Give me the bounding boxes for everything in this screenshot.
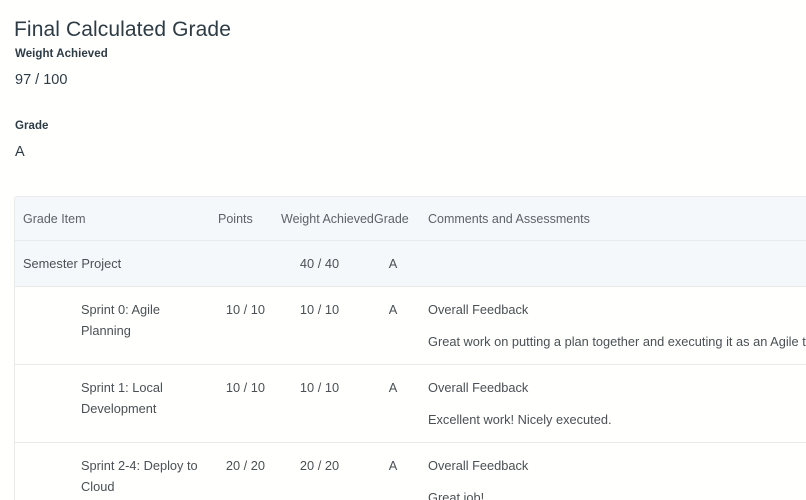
grades-table-container: Grade Item Points Weight Achieved Grade … <box>14 196 806 500</box>
final-grade-value: A <box>15 144 25 160</box>
cell-points <box>210 240 273 287</box>
grades-table-body: Semester Project 40 / 40 A Sprint 0: Agile … <box>15 240 806 500</box>
page-title: Final Calculated Grade <box>14 18 231 42</box>
cell-weight-achieved: 10 / 10 <box>273 286 366 365</box>
cell-points: 20 / 20 <box>210 442 273 500</box>
cell-grade-item: Sprint 2-4: Deploy to Cloud <box>15 442 210 500</box>
cell-grade-item: Semester Project <box>15 240 210 287</box>
cell-grade: A <box>366 442 420 500</box>
column-header-grade[interactable]: Grade <box>366 197 420 241</box>
final-grade-label: Grade <box>15 120 49 132</box>
cell-weight-achieved: 10 / 10 <box>273 364 366 443</box>
table-row[interactable]: Sprint 1: Local Development 10 / 10 10 / 1… <box>15 364 806 443</box>
cell-grade: A <box>366 364 420 443</box>
table-row[interactable]: Sprint 2-4: Deploy to Cloud 20 / 20 20 / 2… <box>15 442 806 500</box>
column-header-comments[interactable]: Comments and Assessments <box>420 197 806 241</box>
feedback-body: Great work on putting a plan together an… <box>428 334 806 349</box>
feedback-title: Overall Feedback <box>428 302 529 317</box>
column-header-points[interactable]: Points <box>210 197 273 241</box>
feedback-title: Overall Feedback <box>428 380 529 395</box>
column-header-grade-item[interactable]: Grade Item <box>15 197 210 241</box>
cell-grade: A <box>366 240 420 287</box>
weight-achieved-value: 97 / 100 <box>15 72 68 88</box>
cell-points: 10 / 10 <box>210 364 273 443</box>
cell-points: 10 / 10 <box>210 286 273 365</box>
cell-weight-achieved: 40 / 40 <box>273 240 366 287</box>
cell-comments: Overall Feedback Great work on putting a … <box>420 286 806 365</box>
cell-grade-item: Sprint 1: Local Development <box>15 364 210 443</box>
cell-comments <box>420 240 806 287</box>
column-header-weight[interactable]: Weight Achieved <box>273 197 374 241</box>
final-grade-page: Final Calculated Grade Weight Achieved 9… <box>0 0 806 500</box>
cell-comments: Overall Feedback Great job! <box>420 442 806 500</box>
grades-table-header: Grade Item Points Weight Achieved Grade … <box>15 197 806 241</box>
feedback-body: Excellent work! Nicely executed. <box>428 412 612 427</box>
cell-comments: Overall Feedback Excellent work! Nicely e… <box>420 364 806 443</box>
feedback-body: Great job! <box>428 490 485 500</box>
cell-grade-item: Sprint 0: Agile Planning <box>15 286 210 365</box>
cell-grade: A <box>366 286 420 365</box>
grades-table: Grade Item Points Weight Achieved Grade … <box>15 197 806 500</box>
table-row[interactable]: Semester Project 40 / 40 A <box>15 240 806 287</box>
cell-weight-achieved: 20 / 20 <box>273 442 366 500</box>
table-header-row: Grade Item Points Weight Achieved Grade … <box>15 197 806 241</box>
feedback-title: Overall Feedback <box>428 458 529 473</box>
table-row[interactable]: Sprint 0: Agile Planning 10 / 10 10 / 10 A O… <box>15 286 806 365</box>
weight-achieved-label: Weight Achieved <box>15 48 108 60</box>
